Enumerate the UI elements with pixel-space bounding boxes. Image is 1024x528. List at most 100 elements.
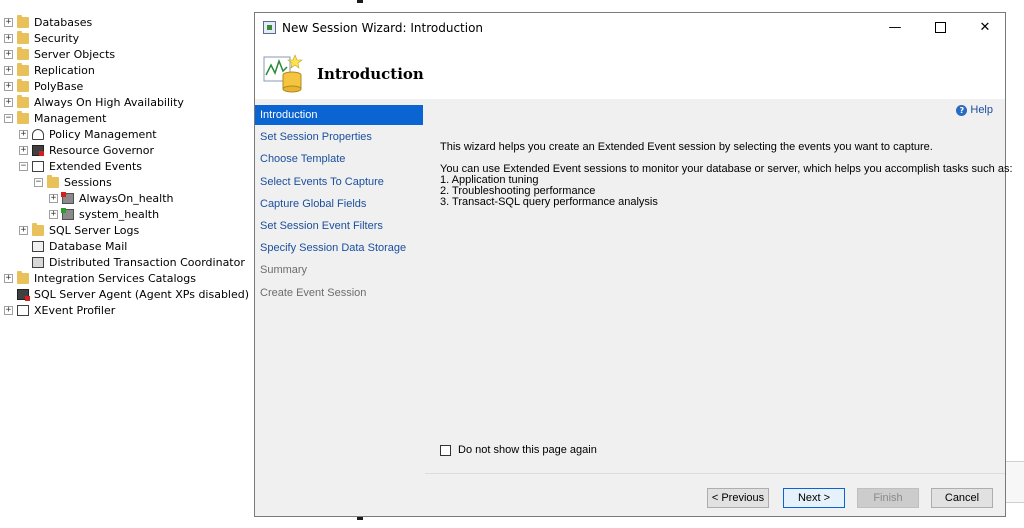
previous-button[interactable]: < Previous	[707, 488, 769, 508]
cancel-button[interactable]: Cancel	[931, 488, 993, 508]
title-bar[interactable]: New Session Wizard: Introduction — ✕	[255, 13, 1005, 43]
tree-node[interactable]: + AlwaysOn_health	[49, 190, 174, 206]
tree-node[interactable]: + Policy Management	[19, 126, 157, 142]
help-link[interactable]: ? Help	[956, 104, 993, 116]
tree-node-label: Distributed Transaction Coordinator	[49, 255, 245, 269]
tree-node[interactable]: − Management	[4, 110, 106, 126]
expand-icon[interactable]: +	[4, 65, 13, 75]
folder-icon	[17, 46, 29, 60]
folder-icon	[17, 14, 29, 28]
wizard-app-icon	[263, 21, 276, 34]
expand-icon[interactable]: +	[4, 17, 13, 27]
folder-icon	[17, 78, 29, 92]
expand-icon[interactable]: +	[4, 97, 13, 107]
tree-node-label: Resource Governor	[49, 143, 155, 157]
tree-node[interactable]: + Server Objects	[4, 46, 115, 62]
folder-icon	[47, 174, 59, 188]
tree-node-label: system_health	[79, 207, 160, 221]
dont-show-again-checkbox[interactable]: Do not show this page again	[440, 444, 597, 456]
tree-node[interactable]: + Resource Governor	[19, 142, 154, 158]
wizard-step[interactable]: Specify Session Data Storage	[255, 238, 423, 258]
collapse-icon[interactable]: −	[19, 161, 28, 171]
wizard-step[interactable]: Set Session Event Filters	[255, 216, 423, 236]
expand-icon[interactable]: +	[49, 193, 58, 203]
tree-node[interactable]: − Extended Events	[19, 158, 142, 174]
new-session-wizard-window: New Session Wizard: Introduction — ✕ Int…	[254, 12, 1013, 517]
tree-node-label: Integration Services Catalogs	[34, 271, 196, 285]
tree-node[interactable]: + Always On High Availability	[4, 94, 184, 110]
tree-node[interactable]: + SQL Server Logs	[19, 222, 139, 238]
folder-icon	[17, 30, 29, 44]
expand-icon[interactable]: +	[4, 273, 13, 283]
tree-node[interactable]: Database Mail	[19, 238, 127, 254]
tree-node[interactable]: Distributed Transaction Coordinator	[19, 254, 245, 270]
tree-node-label: Replication	[34, 63, 95, 77]
tree-node[interactable]: + system_health	[49, 206, 159, 222]
wizard-step: Create Event Session	[260, 286, 367, 299]
checkbox-box[interactable]	[440, 444, 451, 456]
tree-node-label: Security	[34, 31, 80, 45]
tree-node-label: Policy Management	[49, 127, 157, 141]
tree-node[interactable]: SQL Server Agent (Agent XPs disabled)	[4, 286, 249, 302]
intro-text: This wizard helps you create an Extended…	[440, 141, 933, 153]
wizard-step[interactable]: Select Events To Capture	[255, 172, 423, 192]
expand-icon[interactable]: +	[19, 129, 28, 139]
folder-icon	[17, 62, 29, 76]
extended-events-icon	[17, 304, 29, 316]
window-title: New Session Wizard: Introduction	[282, 21, 484, 35]
wizard-step[interactable]: Set Session Properties	[255, 127, 423, 147]
extended-events-icon	[32, 160, 44, 172]
expand-icon[interactable]: +	[49, 209, 58, 219]
expand-icon[interactable]: +	[4, 33, 13, 43]
folder-icon	[17, 270, 29, 284]
tree-node-label: Always On High Availability	[34, 95, 184, 109]
tree-node-label: Sessions	[64, 175, 112, 189]
policy-icon	[32, 128, 44, 140]
tree-node-label: AlwaysOn_health	[79, 191, 174, 205]
maximize-button[interactable]	[918, 13, 962, 43]
object-explorer-tree: + Databases + Security + Server Objects + Repli…	[0, 0, 252, 528]
page-title: Introduction	[317, 65, 424, 83]
wizard-footer: < Previous Next > Finish Cancel	[425, 473, 1005, 516]
close-button[interactable]: ✕	[963, 13, 1007, 43]
collapse-icon[interactable]: −	[4, 113, 13, 123]
wizard-header: Introduction	[255, 43, 1005, 99]
tree-node[interactable]: + Databases	[4, 14, 92, 30]
folder-icon	[17, 110, 29, 124]
wizard-step[interactable]: Introduction	[255, 105, 423, 125]
tree-node[interactable]: + Integration Services Catalogs	[4, 270, 196, 286]
tree-node[interactable]: + XEvent Profiler	[4, 302, 115, 318]
collapse-icon[interactable]: −	[34, 177, 43, 187]
tree-node[interactable]: + Security	[4, 30, 79, 46]
tree-node-label: SQL Server Agent (Agent XPs disabled)	[34, 287, 250, 301]
expand-icon[interactable]: +	[19, 145, 28, 155]
next-button[interactable]: Next >	[783, 488, 845, 508]
expand-icon[interactable]: +	[4, 49, 13, 59]
help-label: Help	[970, 104, 993, 116]
resource-governor-icon	[32, 144, 44, 156]
tree-node[interactable]: − Sessions	[34, 174, 112, 190]
background-panel-edge	[1006, 461, 1024, 503]
database-mail-icon	[32, 240, 44, 252]
tree-node[interactable]: + Replication	[4, 62, 95, 78]
expand-icon[interactable]: +	[19, 225, 28, 235]
help-icon: ?	[956, 104, 968, 116]
window-edge-mark	[357, 0, 363, 3]
tree-node-label: PolyBase	[34, 79, 84, 93]
wizard-step[interactable]: Choose Template	[255, 149, 423, 169]
wizard-content: ? Help This wizard helps you create an E…	[425, 101, 1013, 473]
dont-show-again-label: Do not show this page again	[458, 444, 597, 456]
tree-node-label: SQL Server Logs	[49, 223, 140, 237]
wizard-step: Summary	[260, 264, 308, 277]
tree-node-label: Database Mail	[49, 239, 128, 253]
task-item: 3. Transact-SQL query performance analys…	[440, 196, 658, 208]
tree-node[interactable]: + PolyBase	[4, 78, 83, 94]
expand-icon[interactable]: +	[4, 81, 13, 91]
expand-icon[interactable]: +	[4, 305, 13, 315]
minimize-button[interactable]: —	[873, 13, 917, 43]
wizard-step[interactable]: Capture Global Fields	[255, 194, 423, 214]
dtc-icon	[32, 256, 44, 268]
wizard-steps-nav: Introduction Set Session Properties Choose…	[255, 101, 423, 516]
finish-button[interactable]: Finish	[857, 488, 919, 508]
